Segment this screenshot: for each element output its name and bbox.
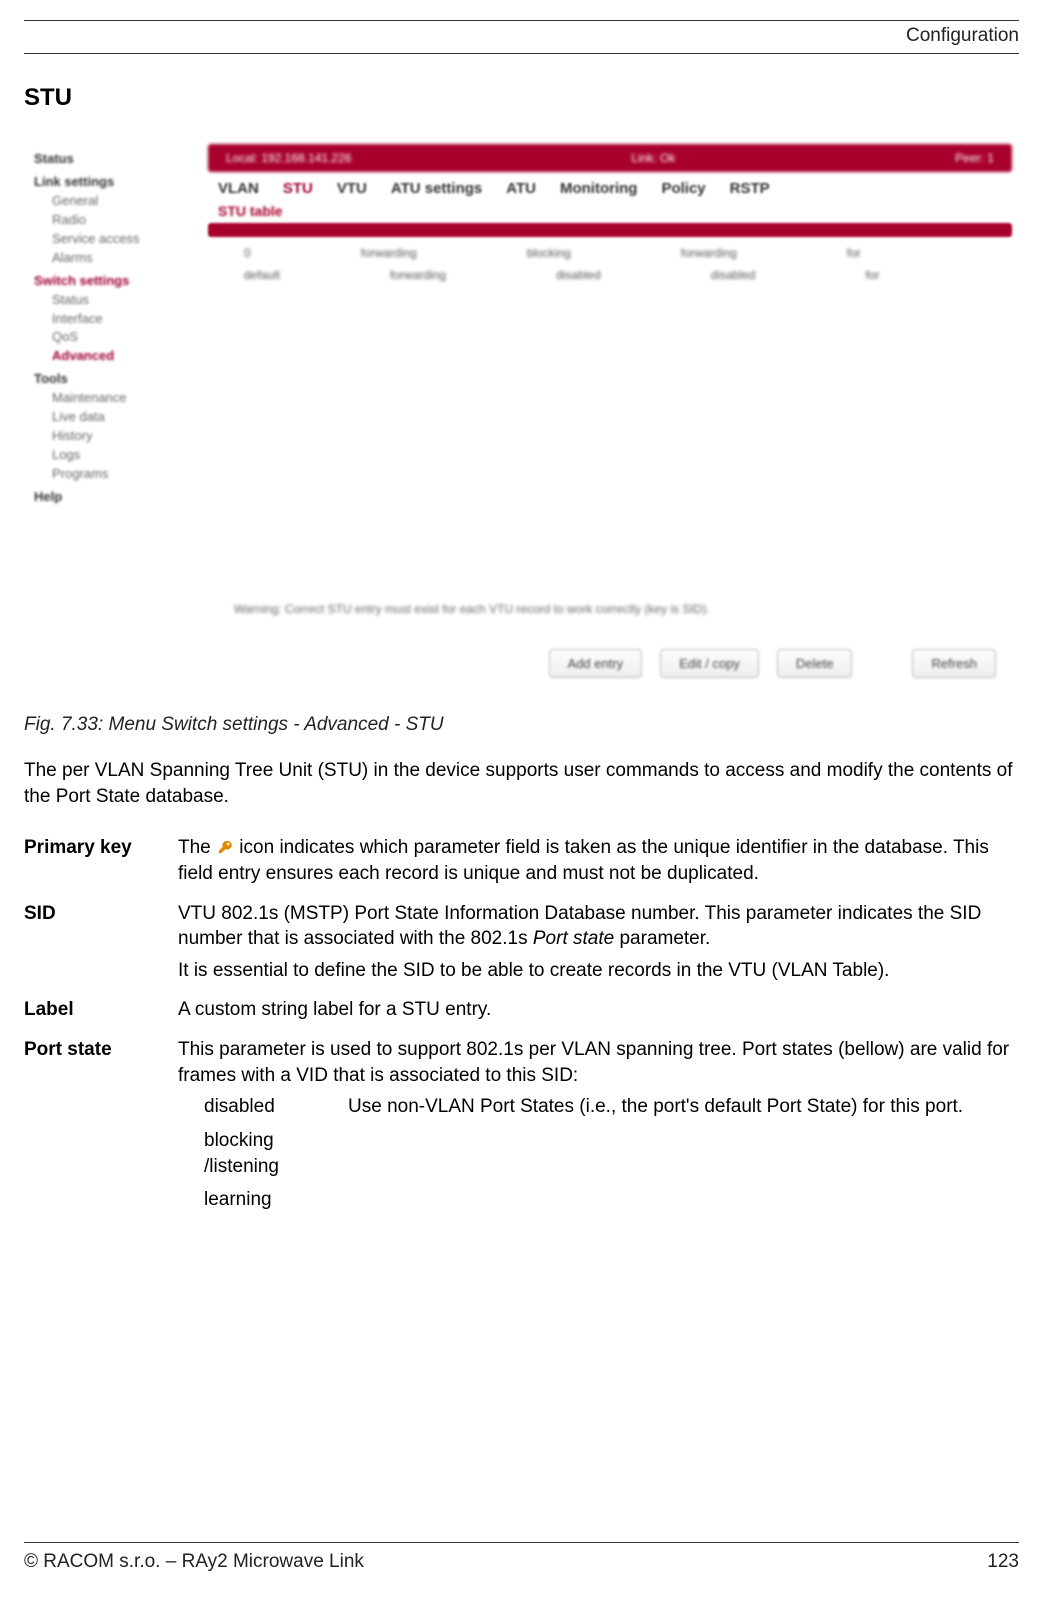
footer-rule — [24, 1542, 1019, 1543]
button-gap — [870, 649, 894, 678]
definition-term: Label — [24, 993, 178, 1033]
screenshot-warning: Warning: Correct STU entry must exist fo… — [234, 602, 710, 616]
sidebar-group[interactable]: Tools — [34, 372, 189, 387]
cell: default — [244, 265, 280, 287]
table-row[interactable]: default forwarding disabled disabled for — [244, 265, 1006, 287]
sub-key: blocking /listening — [204, 1126, 348, 1185]
cell: forwarding — [390, 265, 446, 287]
screenshot-topbar: Local: 192.168.141.226 Link: Ok Peer: 1 — [208, 144, 1012, 172]
table-row[interactable]: 0 forwarding blocking forwarding for — [244, 243, 1006, 265]
tab[interactable]: STU — [283, 180, 313, 197]
definition-term: Port state — [24, 1033, 178, 1229]
tab[interactable]: RSTP — [730, 180, 770, 197]
topbar-left: Local: 192.168.141.226 — [226, 151, 351, 165]
sub-val — [348, 1126, 963, 1185]
screenshot-table-header — [208, 223, 1012, 237]
definition-desc: A custom string label for a STU entry. — [178, 993, 1019, 1033]
topbar-right: Peer: 1 — [955, 151, 994, 165]
cell: for — [865, 265, 879, 287]
screenshot-subhead: STU table — [218, 203, 1016, 219]
footer-left: © RACOM s.r.o. – RAy2 Microwave Link — [24, 1551, 364, 1573]
page-footer: © RACOM s.r.o. – RAy2 Microwave Link 123 — [24, 1542, 1019, 1573]
screenshot-sidebar: Status Link settings General Radio Servi… — [34, 144, 189, 509]
sidebar-item[interactable]: Interface — [52, 312, 189, 327]
sidebar-item[interactable]: Radio — [52, 213, 189, 228]
sub-key: disabled — [204, 1092, 348, 1126]
tab[interactable]: Policy — [661, 180, 705, 197]
sidebar-item[interactable]: General — [52, 194, 189, 209]
text: The — [178, 837, 216, 858]
tab[interactable]: Monitoring — [560, 180, 637, 197]
definition-table: Primary key The icon indicates which par… — [24, 831, 1019, 1229]
tab[interactable]: VLAN — [218, 180, 259, 197]
sidebar-item[interactable]: Programs — [52, 467, 189, 482]
figure-caption: Fig. 7.33: Menu Switch settings - Advanc… — [24, 714, 1019, 736]
text: icon indicates which parameter field is … — [178, 837, 989, 884]
page-number: 123 — [987, 1551, 1019, 1573]
tab[interactable]: ATU — [506, 180, 536, 197]
sub-key: learning — [204, 1185, 348, 1219]
cell: forwarding — [361, 243, 417, 265]
add-entry-button[interactable]: Add entry — [549, 649, 643, 678]
edit-copy-button[interactable]: Edit / copy — [660, 649, 759, 678]
screenshot-table-rows: 0 forwarding blocking forwarding for def… — [244, 243, 1006, 286]
definition-desc: This parameter is used to support 802.1s… — [178, 1033, 1019, 1229]
intro-paragraph: The per VLAN Spanning Tree Unit (STU) in… — [24, 758, 1019, 809]
sidebar-item[interactable]: Logs — [52, 448, 189, 463]
sidebar-item[interactable]: Alarms — [52, 251, 189, 266]
sidebar-item[interactable]: Maintenance — [52, 391, 189, 406]
header-section: Configuration — [24, 25, 1019, 47]
cell: disabled — [711, 265, 756, 287]
text: It is essential to define the SID to be … — [178, 958, 1019, 984]
definition-row: SID VTU 802.1s (MSTP) Port State Informa… — [24, 897, 1019, 994]
screenshot-main: Local: 192.168.141.226 Link: Ok Peer: 1 … — [204, 136, 1016, 696]
cell: disabled — [556, 265, 601, 287]
port-state-subtable: disabled Use non-VLAN Port States (i.e.,… — [204, 1092, 963, 1219]
sub-val: Use non-VLAN Port States (i.e., the port… — [348, 1092, 963, 1126]
sidebar-group[interactable]: Status — [34, 152, 189, 167]
sidebar-item-active[interactable]: Advanced — [52, 349, 189, 364]
sub-row: blocking /listening — [204, 1126, 963, 1185]
definition-term: Primary key — [24, 831, 178, 896]
cell: blocking — [527, 243, 571, 265]
page: Configuration STU Status Link settings G… — [0, 0, 1043, 1599]
sub-row: learning — [204, 1185, 963, 1219]
tab[interactable]: VTU — [337, 180, 367, 197]
delete-button[interactable]: Delete — [777, 649, 853, 678]
primary-key-icon — [218, 840, 232, 854]
refresh-button[interactable]: Refresh — [912, 649, 996, 678]
definition-row: Label A custom string label for a STU en… — [24, 993, 1019, 1033]
header-underline — [24, 53, 1019, 54]
sidebar-item[interactable]: Service access — [52, 232, 189, 247]
sub-val — [348, 1185, 963, 1219]
cell: forwarding — [681, 243, 737, 265]
text: This parameter is used to support 802.1s… — [178, 1037, 1019, 1088]
sidebar-item[interactable]: QoS — [52, 330, 189, 345]
sidebar-item[interactable]: Status — [52, 293, 189, 308]
sidebar-item[interactable]: History — [52, 429, 189, 444]
header-top-rule — [24, 20, 1019, 21]
sub-row: disabled Use non-VLAN Port States (i.e.,… — [204, 1092, 963, 1126]
cell: 0 — [244, 243, 251, 265]
screenshot: Status Link settings General Radio Servi… — [24, 136, 1016, 696]
tab[interactable]: ATU settings — [391, 180, 482, 197]
definition-row: Port state This parameter is used to sup… — [24, 1033, 1019, 1229]
screenshot-tabs: VLAN STU VTU ATU settings ATU Monitoring… — [218, 180, 1006, 197]
italic-text: Port state — [533, 928, 614, 949]
sidebar-group-active[interactable]: Switch settings — [34, 274, 189, 289]
definition-row: Primary key The icon indicates which par… — [24, 831, 1019, 896]
definition-desc: The icon indicates which parameter field… — [178, 831, 1019, 896]
definition-desc: VTU 802.1s (MSTP) Port State Information… — [178, 897, 1019, 994]
sidebar-group[interactable]: Link settings — [34, 175, 189, 190]
sidebar-group[interactable]: Help — [34, 490, 189, 505]
cell: for — [847, 243, 861, 265]
section-title: STU — [24, 84, 1019, 112]
text: parameter. — [614, 928, 710, 949]
sidebar-item[interactable]: Live data — [52, 410, 189, 425]
topbar-mid: Link: Ok — [631, 151, 675, 165]
definition-term: SID — [24, 897, 178, 994]
screenshot-buttons: Add entry Edit / copy Delete Refresh — [549, 649, 996, 678]
